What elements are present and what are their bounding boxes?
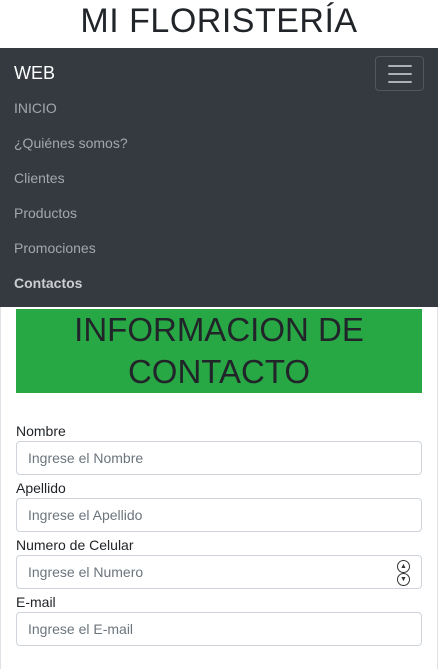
nav-item-productos[interactable]: Productos: [14, 203, 128, 238]
apellido-placeholder: Ingrese el Apellido: [28, 507, 143, 523]
nav-item-inicio[interactable]: INICIO: [14, 98, 128, 133]
nav-item-clientes[interactable]: Clientes: [14, 168, 128, 203]
email-label: E-mail: [16, 594, 56, 610]
nombre-label: Nombre: [16, 423, 66, 439]
nombre-input[interactable]: Ingrese el Nombre: [16, 441, 422, 475]
banner-line-1: INFORMACION DE: [74, 311, 364, 348]
apellido-input[interactable]: Ingrese el Apellido: [16, 498, 422, 532]
navbar-brand[interactable]: WEB: [14, 62, 55, 84]
celular-placeholder: Ingrese el Numero: [28, 564, 144, 580]
celular-label: Numero de Celular: [16, 537, 134, 553]
navbar-toggler-button[interactable]: [375, 56, 424, 91]
content-container: INFORMACION DE CONTACTO Nombre Ingrese e…: [0, 307, 438, 669]
stepper-up-icon[interactable]: ▲: [397, 560, 410, 573]
hamburger-icon-bar: [387, 72, 412, 75]
number-stepper[interactable]: ▲ ▼: [397, 560, 410, 586]
site-title: MI FLORISTERÍA: [80, 2, 358, 40]
nav-item-quienes-somos[interactable]: ¿Quiénes somos?: [14, 133, 128, 168]
hamburger-icon-bar: [387, 80, 412, 83]
nav-menu: INICIO ¿Quiénes somos? Clientes Producto…: [14, 98, 128, 308]
email-placeholder: Ingrese el E-mail: [28, 621, 134, 637]
email-input[interactable]: Ingrese el E-mail: [16, 612, 422, 646]
nombre-placeholder: Ingrese el Nombre: [28, 450, 144, 466]
nav-item-contactos[interactable]: Contactos: [14, 273, 128, 308]
banner-line-2: CONTACTO: [127, 353, 311, 390]
contact-banner: INFORMACION DE CONTACTO: [16, 309, 422, 393]
contact-form: Nombre Ingrese el Nombre Apellido Ingres…: [16, 423, 422, 646]
celular-input[interactable]: Ingrese el Numero ▲ ▼: [16, 555, 422, 589]
navbar: WEB INICIO ¿Quiénes somos? Clientes Prod…: [0, 48, 438, 307]
nav-item-promociones[interactable]: Promociones: [14, 238, 128, 273]
stepper-down-icon[interactable]: ▼: [397, 573, 410, 586]
hamburger-icon-bar: [387, 64, 412, 67]
apellido-label: Apellido: [16, 480, 66, 496]
